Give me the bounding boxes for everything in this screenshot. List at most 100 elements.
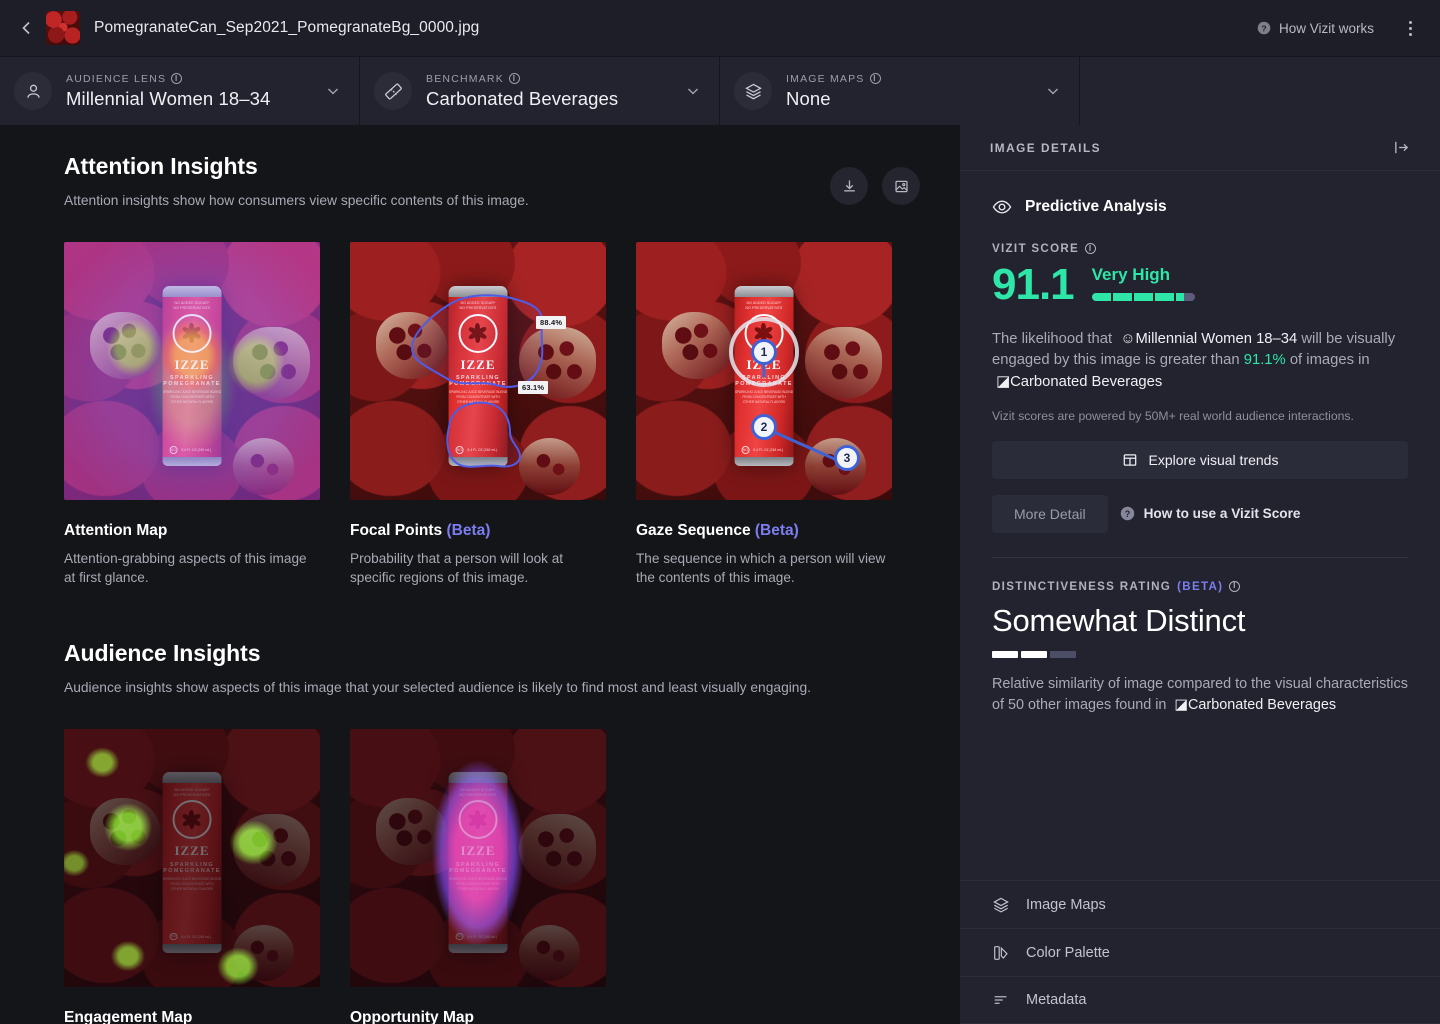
can-bottom — [734, 457, 794, 467]
image-thumbnail[interactable] — [46, 11, 80, 45]
selector-bar-filler — [1080, 57, 1440, 125]
attention-section-header: Attention Insights Attention insights sh… — [64, 153, 920, 211]
chevron-down-icon[interactable] — [685, 83, 701, 99]
card-title: Focal Points (Beta) — [350, 522, 491, 539]
desc-benchmark: Carbonated Beverages — [1010, 373, 1163, 390]
audience-lens-label: AUDIENCE LENS i — [66, 73, 311, 85]
audience-subtitle: Audience insights show aspects of this i… — [64, 679, 811, 695]
sidebar-title: IMAGE DETAILS — [990, 140, 1102, 155]
layers-icon — [993, 897, 1009, 913]
gaze-marker-1[interactable]: 1 — [751, 339, 777, 365]
attention-actions — [830, 167, 920, 205]
vizit-score-value: 91.1 — [992, 260, 1075, 309]
distinctiveness-description: Relative similarity of image compared to… — [992, 675, 1408, 713]
file-name: PomegranateCan_Sep2021_PomegranateBg_000… — [94, 19, 480, 36]
image-icon — [894, 180, 908, 192]
download-button[interactable] — [830, 167, 868, 205]
layout-icon — [1123, 454, 1136, 466]
sidebar-item-color-palette[interactable]: Color Palette — [960, 928, 1440, 976]
info-icon[interactable]: i — [1085, 243, 1097, 254]
gaze-sequence-image[interactable]: NO ADDED SUGAR* NO PRESERVATIVES SPARKLI… — [636, 242, 892, 500]
card-opportunity-map: NO ADDED SUGAR*NO PRESERVATIVES — [350, 728, 606, 1024]
beta-badge: (Beta) — [754, 522, 799, 539]
focal-value-1: 88.4% — [536, 316, 567, 329]
kebab-menu-icon[interactable] — [1396, 13, 1424, 43]
back-button[interactable] — [12, 13, 42, 43]
beta-badge: (BETA) — [1177, 579, 1224, 593]
engagement-heatmap-overlay — [64, 728, 320, 987]
topbar-actions: ? How Vizit works — [1249, 13, 1424, 43]
benchmark-selector[interactable]: BENCHMARK i Carbonated Beverages — [360, 57, 720, 125]
sidebar-body: Predictive Analysis VIZIT SCORE i 91.1 V… — [960, 171, 1440, 880]
benchmark-label: BENCHMARK i — [426, 73, 671, 85]
explore-visual-trends-label: Explore visual trends — [1148, 451, 1279, 468]
audience-lens-value: Millennial Women 18–34 — [66, 87, 271, 109]
sidebar-header: IMAGE DETAILS — [960, 125, 1440, 171]
desc-audience: Millennial Women 18–34 — [1135, 331, 1298, 347]
opportunity-map-image[interactable]: NO ADDED SUGAR*NO PRESERVATIVES — [350, 728, 606, 987]
image-maps-selector[interactable]: IMAGE MAPS i None — [720, 57, 1080, 125]
list-icon — [994, 996, 1007, 1004]
info-icon[interactable]: i — [508, 73, 520, 84]
sidebar-divider — [992, 556, 1408, 558]
svg-text:?: ? — [1124, 509, 1130, 519]
info-icon[interactable]: i — [171, 73, 183, 84]
question-circle-icon: ? — [1120, 507, 1134, 521]
sidebar-item-image-maps[interactable]: Image Maps — [960, 880, 1440, 928]
view-image-button[interactable] — [882, 167, 920, 205]
focal-value-2: 63.1% — [518, 381, 549, 394]
sidebar-footer: Image Maps Color Palette Metadata — [960, 880, 1440, 1024]
card-title: Attention Map — [64, 522, 168, 539]
can-volume: 8.4 FL OZ (248 mL) — [753, 448, 784, 453]
chevron-down-icon[interactable] — [325, 83, 341, 99]
ruler-icon: ◪ — [1170, 696, 1189, 713]
score-actions-row: More Detail ? How to use a Vizit Score — [992, 494, 1408, 533]
vizit-score-description: The likelihood that ☺Millennial Women 18… — [992, 331, 1396, 390]
image-maps-value: None — [786, 87, 831, 109]
engagement-map-image[interactable]: NO ADDED SUGAR*NO PRESERVATIVES — [64, 728, 320, 987]
how-to-use-label: How to use a Vizit Score — [1143, 506, 1301, 522]
can-tagline: NO ADDED SUGAR*NO PRESERVATIVES — [745, 301, 783, 311]
explore-visual-trends-button[interactable]: Explore visual trends — [992, 440, 1408, 479]
top-bar: PomegranateCan_Sep2021_PomegranateBg_000… — [0, 0, 1440, 57]
vizit-score-row: 91.1 Very High — [992, 263, 1408, 307]
gaze-marker-2[interactable]: 2 — [751, 414, 777, 440]
attention-heatmap-overlay — [64, 242, 320, 500]
person-icon: ☺ — [1116, 331, 1136, 347]
chevron-down-icon[interactable] — [1045, 83, 1061, 99]
card-description: Probability that a person will look at s… — [350, 551, 564, 585]
layers-icon — [734, 72, 772, 110]
opportunity-heatmap-overlay — [350, 728, 606, 987]
info-icon[interactable]: i — [869, 73, 881, 84]
gaze-marker-3[interactable]: 3 — [834, 445, 860, 471]
sidebar-item-label: Metadata — [1026, 992, 1087, 1008]
card-engagement-map: NO ADDED SUGAR*NO PRESERVATIVES — [64, 728, 320, 1024]
card-title: Gaze Sequence (Beta) — [636, 522, 799, 539]
card-title: Engagement Map — [64, 1008, 193, 1024]
distinctiveness-rating-bar — [992, 650, 1408, 658]
sidebar-item-label: Image Maps — [1026, 896, 1106, 913]
distinctiveness-benchmark: Carbonated Beverages — [1188, 696, 1337, 713]
more-detail-button[interactable]: More Detail — [992, 494, 1108, 533]
predictive-analysis-title: Predictive Analysis — [1025, 198, 1167, 215]
panel-collapse-icon[interactable] — [1393, 139, 1410, 156]
focal-points-image[interactable]: NO ADDED SUGAR*NO PRESERVATIVES — [350, 242, 606, 500]
audience-card-row: NO ADDED SUGAR*NO PRESERVATIVES — [64, 728, 920, 1024]
image-maps-label: IMAGE MAPS i — [786, 73, 1031, 85]
attention-subtitle: Attention insights show how consumers vi… — [64, 193, 529, 208]
info-icon[interactable]: i — [1229, 580, 1241, 592]
main-content: Attention Insights Attention insights sh… — [0, 125, 960, 1024]
how-vizit-works-link[interactable]: ? How Vizit works — [1249, 15, 1382, 42]
person-icon — [14, 72, 52, 110]
pomegranate-half-bottom — [804, 438, 867, 495]
attention-map-image[interactable]: NO ADDED SUGAR*NO PRESERVATIVES — [64, 242, 320, 500]
body: Attention Insights Attention insights sh… — [0, 125, 1440, 1024]
ruler-icon — [374, 72, 412, 110]
audience-lens-selector[interactable]: AUDIENCE LENS i Millennial Women 18–34 — [0, 57, 360, 125]
sidebar-item-metadata[interactable]: Metadata — [960, 976, 1440, 1024]
how-to-use-vizit-score-link[interactable]: ? How to use a Vizit Score — [1120, 506, 1301, 522]
image-details-sidebar: IMAGE DETAILS Predictive Analysis VIZIT … — [960, 125, 1440, 1024]
attention-card-row: NO ADDED SUGAR*NO PRESERVATIVES — [64, 242, 920, 588]
vizit-score-rating: Very High — [1091, 265, 1171, 284]
can-badge: NO — [741, 446, 750, 454]
